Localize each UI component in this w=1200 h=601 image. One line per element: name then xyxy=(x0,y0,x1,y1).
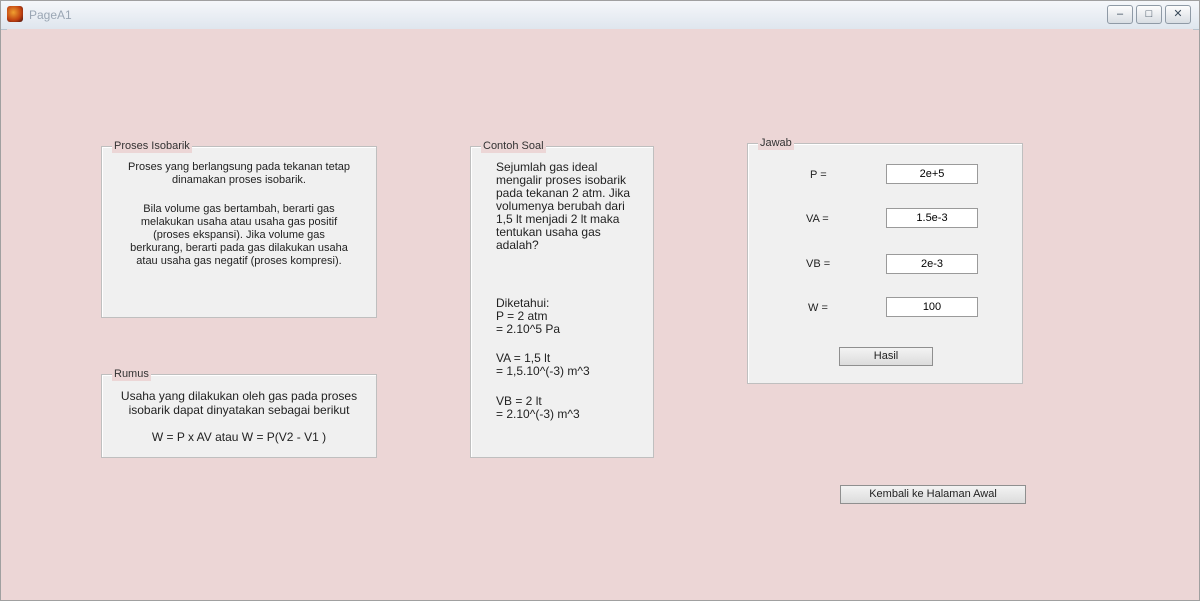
panel-title: Contoh Soal xyxy=(481,139,546,153)
w-input[interactable] xyxy=(886,297,978,317)
hasil-button[interactable]: Hasil xyxy=(839,347,933,366)
va-input[interactable] xyxy=(886,208,978,228)
rumus-formula-text: W = P x AV atau W = P(V2 - V1 ) xyxy=(151,430,327,444)
panel-title: Rumus xyxy=(112,367,151,381)
back-to-home-button[interactable]: Kembali ke Halaman Awal xyxy=(840,485,1026,504)
p-label: P = xyxy=(810,169,827,181)
panel-jawab: Jawab P = VA = VB = W = Hasil xyxy=(747,136,1023,384)
window-title: PageA1 xyxy=(29,8,72,22)
isobarik-definition-text: Proses yang berlangsung pada tekanan tet… xyxy=(128,161,350,186)
maximize-button[interactable]: □ xyxy=(1136,5,1162,24)
panel-title: Proses Isobarik xyxy=(112,139,192,153)
matlab-app-icon xyxy=(7,6,23,22)
vb-label: VB = xyxy=(806,258,831,270)
p-input[interactable] xyxy=(886,164,978,184)
panel-title: Jawab xyxy=(758,136,794,150)
isobarik-explanation-text: Bila volume gas bertambah, berarti gas m… xyxy=(130,203,348,267)
panel-rumus: Rumus Usaha yang dilakukan oleh gas pada… xyxy=(101,367,377,458)
panel-contoh-soal: Contoh Soal Sejumlah gas ideal mengalir … xyxy=(470,139,654,458)
minimize-button[interactable]: – xyxy=(1107,5,1133,24)
vb-input[interactable] xyxy=(886,254,978,274)
known-p-pa: = 2.10^5 Pa xyxy=(496,322,561,336)
known-va-m3: = 1,5.10^(-3) m^3 xyxy=(496,364,590,378)
figure-client-area: Proses Isobarik Proses yang berlangsung … xyxy=(7,29,1193,600)
va-label: VA = xyxy=(806,213,829,225)
panel-proses-isobarik: Proses Isobarik Proses yang berlangsung … xyxy=(101,139,377,318)
soal-question-text: Sejumlah gas ideal mengalir proses isoba… xyxy=(496,160,631,252)
rumus-description-text: Usaha yang dilakukan oleh gas pada prose… xyxy=(120,389,358,417)
title-bar: PageA1 – □ ✕ xyxy=(1,1,1199,30)
app-window: PageA1 – □ ✕ Proses Isobarik Proses yang… xyxy=(0,0,1200,601)
w-label: W = xyxy=(808,302,828,314)
known-vb-m3: = 2.10^(-3) m^3 xyxy=(496,407,580,421)
window-controls: – □ ✕ xyxy=(1107,5,1191,24)
close-button[interactable]: ✕ xyxy=(1165,5,1191,24)
